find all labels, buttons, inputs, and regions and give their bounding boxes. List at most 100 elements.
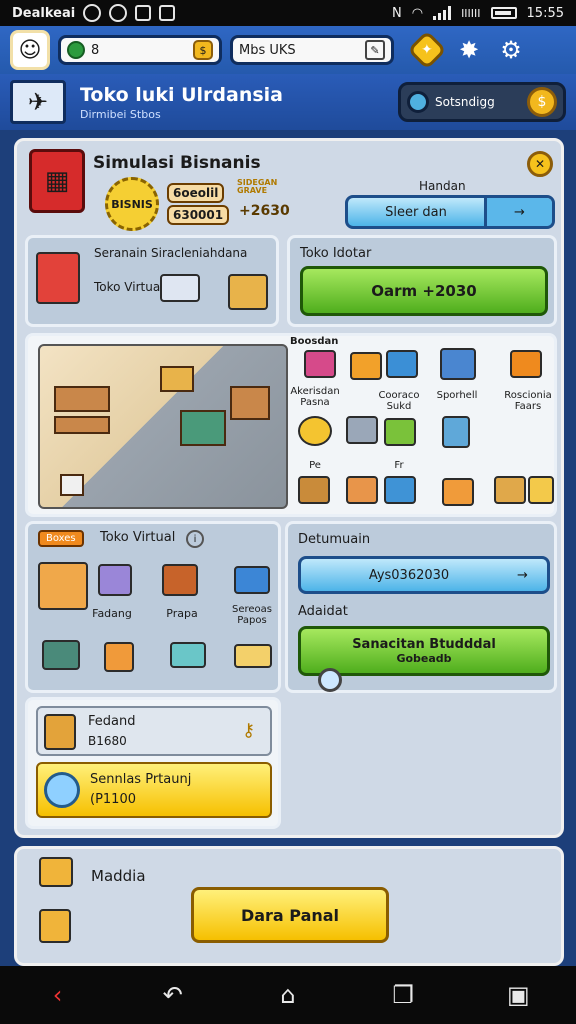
status-bar: Dealkeai N ◠ IIIIII 15:55: [0, 0, 576, 26]
box-icon: [39, 909, 71, 943]
item-label-3: Sporhell: [436, 390, 478, 401]
item-label-4: Roscionia Faars: [504, 390, 552, 412]
prize-card[interactable]: Sennlas Prtaunj (P1100: [36, 762, 272, 818]
mat-icon[interactable]: [234, 644, 272, 668]
store-panel: Seranain Siracleniahdana Toko Virtual: [25, 235, 279, 327]
sync-icon: [109, 4, 128, 22]
item-label-9: Pe: [309, 460, 321, 471]
top-bar: ☺ 8 $ Mbs UKS ✎ ✦ ✸ ⚙: [0, 26, 576, 74]
main-card: ▦ Simulasi Bisnanis BISNIS 6oeolil 63000…: [14, 138, 564, 838]
value-button[interactable]: Ays0362030 →: [298, 556, 550, 594]
bottom-card: Maddia Dara Panal: [14, 846, 564, 966]
gear-icon[interactable]: ⚙: [494, 33, 528, 67]
sleer-button-label: Sleer dan: [385, 204, 447, 220]
fund-title: Fedand: [88, 714, 136, 729]
virtual-tag: Boxes: [38, 530, 84, 547]
register-icon: [160, 274, 200, 302]
virtual-item-0: Fadang: [92, 607, 132, 620]
stat-two: 630001: [167, 205, 230, 225]
fund-card[interactable]: Fedand B1680 ⚷: [36, 706, 272, 756]
sleer-button[interactable]: Sleer dan →: [345, 195, 555, 229]
kiosk-icon[interactable]: [38, 562, 88, 610]
stat-one: 6oeolil: [167, 183, 225, 203]
item-house-icon[interactable]: [440, 348, 476, 380]
seal-text: BISNIS: [111, 197, 153, 211]
item-label-2: Cooraco Sukd: [378, 390, 420, 412]
item-stack-icon[interactable]: [386, 350, 418, 378]
item-cart-icon[interactable]: [304, 350, 336, 378]
clock: 15:55: [526, 5, 564, 21]
value-button-label: Ays0362030: [368, 567, 450, 583]
coin-icon[interactable]: $: [527, 87, 557, 117]
store-title: Toko luki Ulrdansia: [80, 83, 283, 106]
item-paper-icon[interactable]: [442, 478, 474, 506]
gem-icon: [67, 41, 85, 59]
item-register-icon[interactable]: [346, 416, 378, 444]
battery-icon: [490, 7, 517, 19]
name-field[interactable]: Mbs UKS ✎: [230, 35, 394, 65]
arrow-right-icon: →: [484, 198, 552, 226]
back-icon[interactable]: ↶: [150, 975, 196, 1015]
stall-icon: [36, 252, 80, 304]
gem-counter[interactable]: 8 $: [58, 35, 222, 65]
green-line-one: Sanacitan Btudddal: [352, 637, 496, 652]
item-label-0: Akerisdan Pasna: [290, 386, 340, 408]
signal-icon: [433, 6, 452, 20]
item-lock-icon[interactable]: [442, 416, 470, 448]
hex-badge-button[interactable]: ✦: [407, 30, 447, 70]
room-panel: Boosdan Akerisdan Pasna Cooraco Sukd Spo…: [25, 333, 557, 517]
bottom-label: Maddia: [91, 867, 146, 885]
item-coin-icon[interactable]: [298, 416, 332, 446]
item-tray-icon[interactable]: [528, 476, 554, 504]
name-value: Mbs UKS: [239, 42, 296, 58]
settings-search[interactable]: Sotsndigg $: [398, 82, 566, 122]
carrier-label: Dealkeai: [12, 5, 76, 21]
item-green-box-icon[interactable]: [384, 418, 416, 446]
magnifier-icon[interactable]: [318, 668, 342, 692]
recents-icon[interactable]: ❐: [380, 975, 426, 1015]
cart-icon[interactable]: [98, 564, 132, 596]
badge-coin-icon[interactable]: ✕: [527, 151, 553, 177]
bed-icon[interactable]: [170, 642, 206, 668]
info-icon[interactable]: i: [186, 530, 204, 548]
van-icon[interactable]: [234, 566, 270, 594]
shop-badge-icon: ▦: [29, 149, 85, 213]
crate-icon[interactable]: [104, 642, 134, 672]
gem-count: 8: [91, 42, 100, 58]
bubble-icon: [44, 772, 80, 808]
item-cube-icon[interactable]: [346, 476, 378, 504]
store-panel-label: Toko Virtual: [94, 280, 164, 294]
edit-icon[interactable]: ✎: [365, 40, 385, 60]
mascot-icon[interactable]: ✸: [452, 33, 486, 67]
coin-icon[interactable]: $: [193, 40, 213, 60]
key-icon[interactable]: ⚷: [242, 720, 255, 741]
item-box-icon[interactable]: [350, 352, 382, 380]
screenshot-icon[interactable]: ▣: [495, 975, 541, 1015]
truck-icon[interactable]: [42, 640, 80, 670]
green-line-two: Gobeadb: [396, 652, 452, 665]
detail-panel: Detumuain Ays0362030 → Adaidat Sanacitan…: [285, 521, 557, 693]
virtual-item-1: Prapa: [166, 607, 198, 620]
sale-panel: Toko Idotar Oarm +2030: [287, 235, 557, 327]
item-blue-box-icon[interactable]: [384, 476, 416, 504]
data-panel-button[interactable]: Dara Panal: [191, 887, 389, 943]
x-icon: [83, 4, 102, 22]
detail-title: Detumuain: [298, 532, 371, 547]
battery-label: IIIIII: [461, 6, 481, 20]
store-banner: ✈ Toko luki Ulrdansia Dirmibei Stbos Sot…: [0, 74, 576, 130]
store-room-illustration: [38, 344, 288, 509]
item-bundle-icon[interactable]: [298, 476, 330, 504]
item-label-10: Fr: [394, 460, 404, 471]
item-pallet-icon[interactable]: [494, 476, 526, 504]
home-icon[interactable]: ⌂: [265, 975, 311, 1015]
chest-icon: [39, 857, 73, 887]
item-crate-icon[interactable]: [510, 350, 542, 378]
bench-icon[interactable]: [162, 564, 198, 596]
virtual-shop-panel: Boxes Toko Virtual i Fadang Prapa Sereoa…: [25, 521, 281, 693]
avatar-icon[interactable]: ☺: [10, 30, 50, 70]
items-header: Boosdan: [290, 336, 339, 347]
back-arrow-icon[interactable]: ‹: [35, 975, 81, 1015]
prize-title: Sennlas Prtaunj: [90, 772, 192, 787]
download-icon: [159, 5, 176, 21]
earn-button[interactable]: Oarm +2030: [300, 266, 548, 316]
